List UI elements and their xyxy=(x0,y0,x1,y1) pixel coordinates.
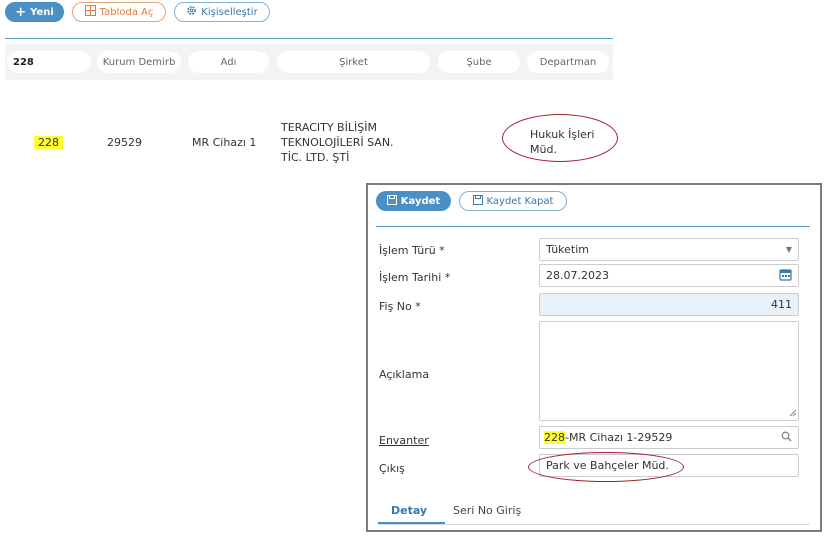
aciklama-label: Açıklama xyxy=(379,368,430,381)
filter-departman[interactable]: Departman xyxy=(527,51,609,73)
edit-panel: Kaydet Kaydet Kapat İşlem Türü * Tüketim… xyxy=(366,183,822,532)
row-adi: MR Cihazı 1 xyxy=(192,136,257,149)
tabs-divider xyxy=(378,524,810,525)
panel-divider xyxy=(376,226,810,227)
envanter-label[interactable]: Envanter xyxy=(379,434,429,447)
islem-turu-label: İşlem Türü * xyxy=(379,244,445,257)
save-button[interactable]: Kaydet xyxy=(376,191,451,211)
table-grid-icon xyxy=(84,5,96,19)
row-departman-line: Müd. xyxy=(530,143,557,156)
row-departman-line: Hukuk İşleri xyxy=(530,128,595,141)
row-kurum-demirbas: 29529 xyxy=(107,136,142,149)
filter-bar: 228 Kurum Demirb Adı Şirket Şube Departm… xyxy=(5,44,613,80)
envanter-id-highlight: 228 xyxy=(544,431,565,444)
envanter-value: 228-MR Cihazı 1-29529 xyxy=(544,431,672,444)
gear-icon xyxy=(186,5,197,19)
islem-turu-select[interactable]: Tüketim ▼ xyxy=(539,238,799,261)
fis-no-input[interactable]: 411 xyxy=(539,293,799,316)
plus-icon: + xyxy=(15,4,27,20)
islem-turu-value: Tüketim xyxy=(546,243,590,256)
islem-tarihi-input[interactable]: 28.07.2023 xyxy=(539,264,799,287)
row-sirket-line: TERACITY BİLİŞİM xyxy=(281,121,377,134)
row-sirket: TERACITY BİLİŞİM TEKNOLOJİLERİ SAN. TİC.… xyxy=(281,120,394,165)
row-sirket-line: TEKNOLOJİLERİ SAN. xyxy=(281,136,394,149)
row-departman: Hukuk İşleri Müd. xyxy=(530,127,595,157)
islem-tarihi-value: 28.07.2023 xyxy=(546,269,609,282)
row-id-cell: 228 xyxy=(34,136,63,149)
calendar-icon[interactable] xyxy=(779,268,792,284)
fis-no-label: Fiş No * xyxy=(379,300,421,313)
filter-adi[interactable]: Adı xyxy=(188,51,269,73)
filter-sube[interactable]: Şube xyxy=(438,51,520,73)
save-close-button[interactable]: Kaydet Kapat xyxy=(459,191,567,211)
envanter-input[interactable]: 228-MR Cihazı 1-29529 xyxy=(539,426,799,449)
islem-tarihi-label: İşlem Tarihi * xyxy=(379,271,451,284)
save-close-label: Kaydet Kapat xyxy=(486,195,554,207)
customize-label: Kişiselleştir xyxy=(201,6,258,18)
envanter-rest: -MR Cihazı 1-29529 xyxy=(565,431,673,444)
caret-down-icon: ▼ xyxy=(785,245,792,254)
filter-sirket[interactable]: Şirket xyxy=(277,51,430,73)
tab-seri-no-giris[interactable]: Seri No Giriş xyxy=(453,504,521,517)
filter-id-input[interactable]: 228 xyxy=(7,51,91,73)
new-button[interactable]: + Yeni xyxy=(5,2,64,22)
customize-button[interactable]: Kişiselleştir xyxy=(174,2,270,22)
open-in-table-button[interactable]: Tabloda Aç xyxy=(72,2,166,22)
row-id-value: 228 xyxy=(34,136,63,149)
row-sirket-line: TİC. LTD. ŞTİ xyxy=(281,151,350,164)
fis-no-value: 411 xyxy=(771,298,792,311)
open-in-table-label: Tabloda Aç xyxy=(99,6,154,18)
annotation-ellipse-cikis xyxy=(528,452,684,482)
new-button-label: Yeni xyxy=(30,6,54,18)
cikis-label: Çıkış xyxy=(379,462,405,475)
save-icon xyxy=(386,194,397,208)
filter-kurum-demirbas[interactable]: Kurum Demirb xyxy=(97,51,181,73)
toolbar-divider xyxy=(5,38,613,39)
tab-detay[interactable]: Detay xyxy=(391,504,427,517)
aciklama-textarea[interactable] xyxy=(539,321,799,421)
save-icon xyxy=(472,194,483,208)
resize-handle-icon[interactable] xyxy=(789,407,797,420)
search-icon[interactable] xyxy=(781,431,792,445)
save-label: Kaydet xyxy=(400,195,441,207)
